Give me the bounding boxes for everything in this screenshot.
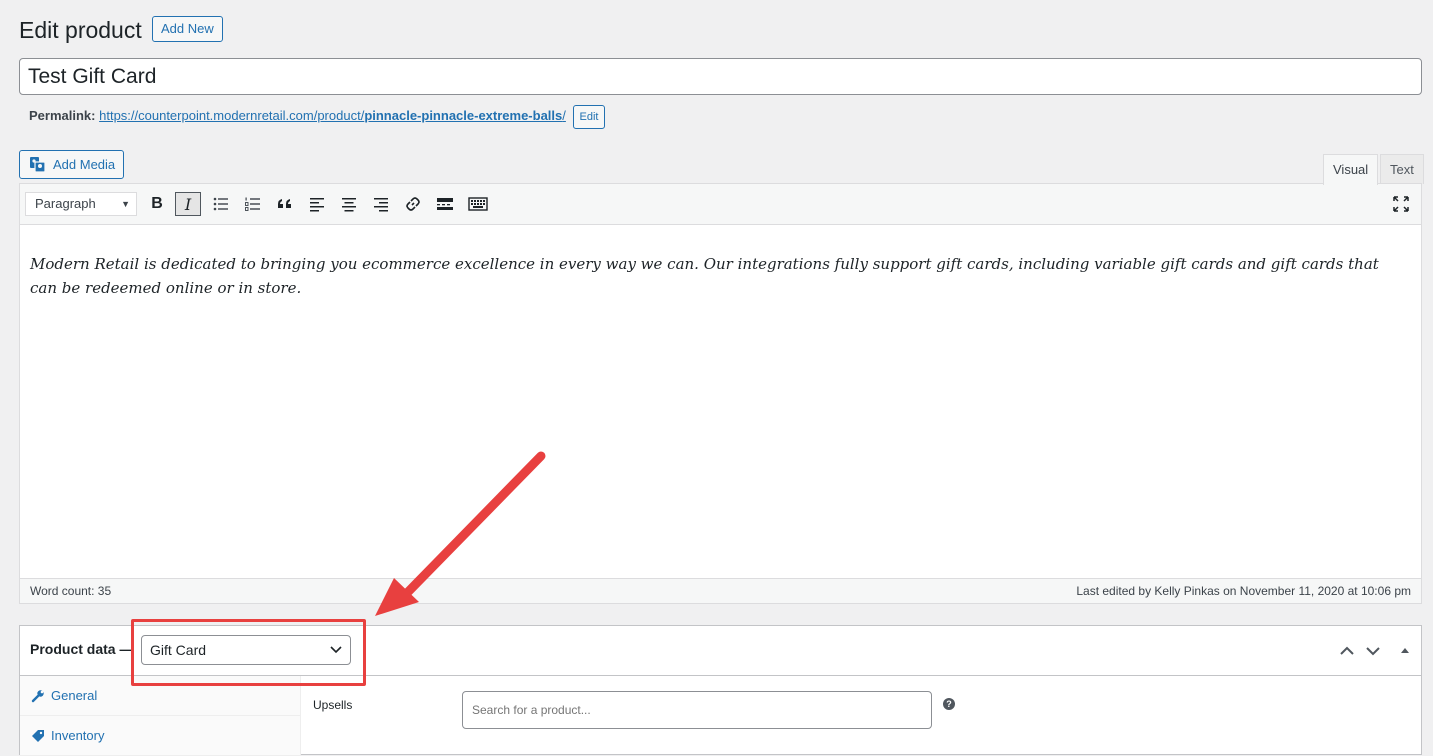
- numbered-list-button[interactable]: [240, 192, 266, 216]
- add-media-label: Add Media: [53, 157, 116, 172]
- align-right-button[interactable]: [368, 192, 394, 216]
- permalink-row: Permalink: https://counterpoint.modernre…: [29, 104, 606, 129]
- italic-button[interactable]: I: [175, 192, 201, 216]
- permalink-slug: pinnacle-pinnacle-extreme-balls: [364, 108, 563, 123]
- add-media-button[interactable]: Add Media: [19, 150, 124, 179]
- annotation-highlight-box: [131, 619, 366, 686]
- toolbar-toggle-button[interactable]: [464, 192, 490, 216]
- editor-content[interactable]: Modern Retail is dedicated to bringing y…: [30, 252, 1400, 300]
- toolbar-toggle-icon: [468, 197, 488, 211]
- insert-read-more-button[interactable]: [432, 192, 458, 216]
- collapse-panel-icon[interactable]: [1396, 642, 1414, 660]
- permalink-trailing-slash: /: [562, 108, 566, 123]
- bullet-list-icon: [213, 197, 228, 211]
- add-media-icon: [30, 157, 46, 173]
- tab-inventory-label: Inventory: [51, 728, 105, 743]
- insert-link-button[interactable]: [400, 192, 426, 216]
- page-title: Edit product: [19, 17, 142, 43]
- product-title-input[interactable]: Test Gift Card: [19, 58, 1422, 95]
- link-icon: [406, 197, 420, 211]
- caret-down-icon: ▼: [121, 199, 130, 209]
- tab-text[interactable]: Text: [1380, 154, 1424, 184]
- permalink-link[interactable]: https://counterpoint.modernretail.com/pr…: [99, 108, 566, 123]
- bold-icon: B: [151, 195, 163, 212]
- italic-icon: I: [184, 195, 192, 214]
- format-select-value: Paragraph: [35, 196, 96, 211]
- fullscreen-button[interactable]: [1388, 192, 1414, 216]
- wrench-icon: [31, 690, 44, 703]
- align-center-icon: [342, 198, 356, 212]
- align-right-icon: [374, 198, 388, 212]
- align-left-button[interactable]: [304, 192, 330, 216]
- content-editor: Paragraph ▼ B I Modern Retail is dedicat…: [19, 183, 1422, 604]
- align-center-button[interactable]: [336, 192, 362, 216]
- editor-toolbar: Paragraph ▼ B I: [20, 184, 1421, 225]
- numbered-list-icon: [245, 197, 260, 211]
- blockquote-icon: [278, 199, 291, 208]
- editor-status-bar: Word count: 35 Last edited by Kelly Pink…: [20, 578, 1421, 603]
- permalink-edit-button[interactable]: Edit: [572, 104, 606, 129]
- align-left-icon: [310, 198, 324, 212]
- bullet-list-button[interactable]: [208, 192, 234, 216]
- paragraph-format-select[interactable]: Paragraph ▼: [25, 192, 137, 216]
- fullscreen-icon: [1393, 196, 1409, 212]
- upsells-label: Upsells: [313, 698, 353, 712]
- product-data-title: Product data —: [30, 641, 134, 657]
- permalink-label: Permalink:: [29, 108, 96, 123]
- blockquote-button[interactable]: [272, 192, 298, 216]
- help-icon[interactable]: ?: [943, 698, 955, 710]
- product-data-tabs: General Inventory: [20, 676, 301, 756]
- upsells-search-input[interactable]: [462, 691, 932, 729]
- tag-icon: [32, 730, 44, 742]
- read-more-icon: [437, 198, 453, 210]
- move-down-icon[interactable]: [1364, 642, 1382, 660]
- add-new-button[interactable]: Add New: [152, 16, 223, 42]
- word-count: Word count: 35: [30, 584, 112, 598]
- bold-button[interactable]: B: [144, 192, 170, 216]
- tab-inventory[interactable]: Inventory: [20, 716, 300, 756]
- tab-visual[interactable]: Visual: [1323, 154, 1379, 185]
- tab-general-label: General: [51, 688, 98, 703]
- permalink-base-url: https://counterpoint.modernretail.com/pr…: [99, 108, 365, 123]
- move-up-icon[interactable]: [1338, 642, 1356, 660]
- last-edited-info: Last edited by Kelly Pinkas on November …: [1076, 584, 1411, 598]
